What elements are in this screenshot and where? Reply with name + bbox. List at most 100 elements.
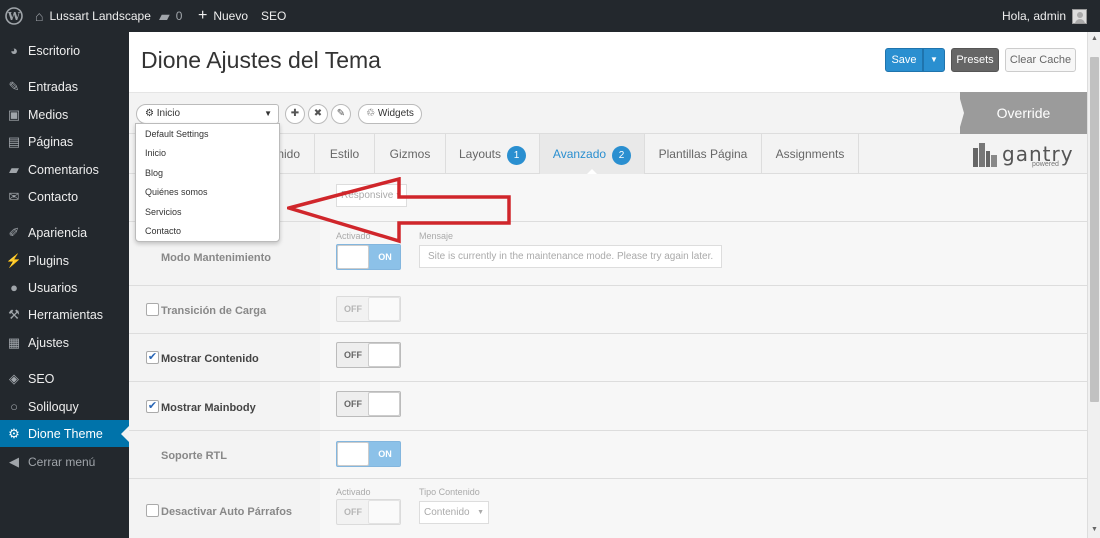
preset-selected: Inicio (156, 108, 181, 119)
seo-label: SEO (261, 9, 287, 23)
seo-link[interactable]: SEO (261, 0, 286, 32)
setting-row-load-transition: Transición de Carga OFF (129, 286, 1087, 334)
load-transition-toggle[interactable]: OFF (336, 296, 401, 322)
toggle-state: OFF (344, 304, 362, 314)
new-content-link[interactable]: + Nuevo (198, 0, 248, 32)
sidebar-item-usuarios[interactable]: ● Usuarios (0, 274, 129, 301)
sidebar-item-escritorio[interactable]: ◕ Escritorio (0, 37, 129, 64)
scroll-down-icon[interactable]: ▼ (1088, 526, 1100, 533)
pin-icon: ✎ (8, 78, 20, 94)
sidebar-item-seo[interactable]: ◈ SEO (0, 365, 129, 392)
comments-count: 0 (175, 9, 183, 23)
sidebar-item-medios[interactable]: ▣ Medios (0, 101, 129, 128)
admin-sidebar: ◕ Escritorio ✎ Entradas ▣ Medios ▤ Páginas ▰… (0, 32, 129, 538)
tab-label: Avanzado (552, 147, 607, 161)
media-icon: ▣ (7, 106, 21, 122)
tab-layouts[interactable]: Layouts 1 (446, 134, 540, 174)
auto-paragraphs-checkbox[interactable] (146, 504, 159, 517)
maintenance-toggle[interactable]: ON (336, 244, 401, 270)
sidebar-item-label: Soliloquy (28, 399, 79, 414)
sidebar-item-label: Apariencia (28, 225, 88, 240)
widgets-icon: ♲ (366, 108, 376, 119)
user-icon: ● (10, 280, 18, 295)
save-dropdown-caret-icon[interactable]: ▼ (923, 48, 945, 72)
content-type-select[interactable]: Contenido ▼ (419, 501, 489, 524)
tab-avanzado[interactable]: Avanzado 2 (540, 134, 645, 175)
site-name-link[interactable]: ⌂ Lussart Landscape (35, 0, 151, 32)
setting-row-rtl: Soporte RTL ON (129, 431, 1087, 479)
admin-bar: W ⌂ Lussart Landscape ▰ 0 + Nuevo SEO Ho… (0, 0, 1100, 32)
my-account-link[interactable]: Hola, admin (1002, 0, 1088, 32)
clear-cache-button[interactable]: Clear Cache (1005, 48, 1076, 72)
edit-preset-icon[interactable]: ✎ (331, 104, 351, 124)
gear-icon: ⚙ (145, 108, 154, 119)
sidebar-item-contacto[interactable]: ✉ Contacto (0, 183, 129, 210)
scrollbar-thumb[interactable] (1090, 57, 1099, 402)
sidebar-item-dione-theme[interactable]: ⚙ Dione Theme (0, 420, 129, 447)
tab-plantillas-pagina[interactable]: Plantillas Página (645, 134, 762, 174)
page-scrollbar[interactable]: ▲ ▼ (1087, 32, 1100, 538)
sidebar-item-label: Usuarios (28, 280, 78, 295)
wordpress-logo-icon[interactable]: W (5, 0, 23, 32)
sidebar-item-herramientas[interactable]: ⚒ Herramientas (0, 301, 129, 328)
building-icon (973, 143, 997, 167)
preset-option[interactable]: Contacto (145, 226, 181, 236)
toggle-state: ON (378, 449, 392, 459)
tab-label: Estilo (329, 147, 360, 161)
load-transition-label: Transición de Carga (161, 305, 267, 317)
chevron-down-icon: ▼ (477, 509, 484, 516)
sidebar-item-entradas[interactable]: ✎ Entradas (0, 73, 129, 100)
mail-icon: ✉ (8, 188, 20, 204)
toggle-state: ON (378, 252, 392, 262)
show-mainbody-label: Mostrar Mainbody (161, 402, 256, 414)
setting-row-show-content: ✔ Mostrar Contenido OFF (129, 334, 1087, 382)
auto-paragraphs-toggle[interactable]: OFF (336, 499, 401, 525)
tab-badge: 1 (507, 146, 527, 165)
scroll-up-icon[interactable]: ▲ (1088, 35, 1100, 42)
annotation-arrow-icon (287, 177, 511, 244)
load-transition-checkbox[interactable] (146, 303, 159, 316)
tab-label: nido (277, 147, 300, 161)
delete-preset-icon[interactable]: ✖ (308, 104, 328, 124)
widgets-button[interactable]: ♲ Widgets (358, 104, 422, 124)
preset-option[interactable]: Servicios (145, 207, 182, 217)
sidebar-item-label: Contacto (28, 189, 79, 204)
sidebar-item-paginas[interactable]: ▤ Páginas (0, 128, 129, 155)
tab-gizmos[interactable]: Gizmos (375, 134, 446, 174)
save-button[interactable]: Save (885, 48, 923, 72)
sidebar-item-soliloquy[interactable]: ○ Soliloquy (0, 393, 129, 420)
tab-label: Assignments (775, 147, 845, 161)
toggle-state: OFF (344, 507, 362, 517)
preset-option[interactable]: Blog (145, 168, 163, 178)
sidebar-item-ajustes[interactable]: ▦ Ajustes (0, 329, 129, 356)
comments-link[interactable]: ▰ 0 (159, 0, 182, 32)
preset-option[interactable]: Inicio (145, 148, 166, 158)
maintenance-label: Modo Mantenimiento (161, 252, 271, 264)
show-content-toggle[interactable]: OFF (336, 342, 401, 368)
sidebar-item-plugins[interactable]: ⚡ Plugins (0, 247, 129, 274)
collapse-icon: ◀ (9, 453, 19, 469)
sidebar-item-comentarios[interactable]: ▰ Comentarios (0, 156, 129, 183)
preset-select[interactable]: ⚙ Inicio ▼ (136, 104, 279, 124)
add-preset-icon[interactable]: ✚ (285, 104, 305, 124)
show-mainbody-toggle[interactable]: OFF (336, 391, 401, 417)
collapse-menu-button[interactable]: ◀ Cerrar menú (0, 448, 129, 475)
preset-option[interactable]: Default Settings (145, 129, 209, 139)
tab-assignments[interactable]: Assignments (762, 134, 859, 174)
rtl-toggle[interactable]: ON (336, 441, 401, 467)
override-button[interactable]: Override (958, 92, 1087, 134)
greeting: Hola, admin (1002, 9, 1067, 23)
sidebar-item-label: Medios (28, 107, 69, 122)
tab-estilo[interactable]: Estilo (315, 134, 375, 174)
show-content-checkbox[interactable]: ✔ (146, 351, 159, 364)
tab-label: Layouts (458, 147, 502, 161)
maintenance-message-field[interactable]: Site is currently in the maintenance mod… (419, 245, 722, 268)
sidebar-item-apariencia[interactable]: ✐ Apariencia (0, 219, 129, 246)
sidebar-item-label: Plugins (28, 253, 69, 268)
show-mainbody-checkbox[interactable]: ✔ (146, 400, 159, 413)
sidebar-item-label: Escritorio (28, 43, 81, 58)
content-type-label: Tipo Contenido (419, 487, 480, 497)
preset-option[interactable]: Quiénes somos (145, 187, 208, 197)
auto-paragraphs-label: Desactivar Auto Párrafos (161, 506, 293, 518)
presets-button[interactable]: Presets (951, 48, 999, 72)
